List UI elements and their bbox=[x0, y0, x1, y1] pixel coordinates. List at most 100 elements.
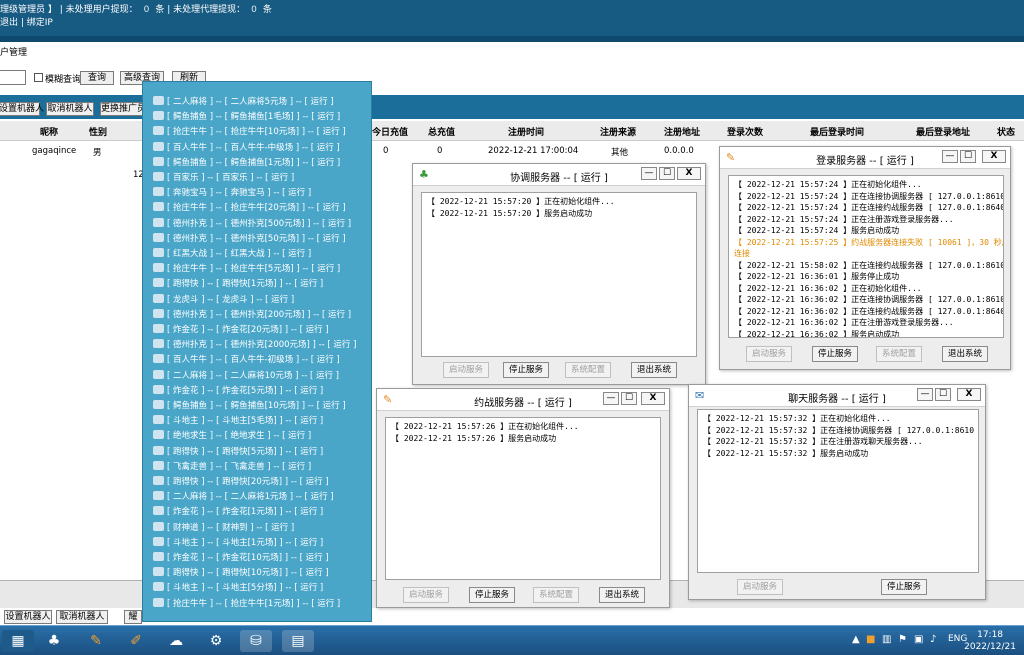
room-list-item[interactable]: [ 二人麻将 ] -- [ 二人麻将5元场 ] -- [ 运行 ] bbox=[153, 95, 334, 110]
fuzzy-checkbox[interactable] bbox=[34, 73, 43, 82]
room-list-item[interactable]: [ 奔驰宝马 ] -- [ 奔驰宝马 ] -- [ 运行 ] bbox=[153, 186, 311, 201]
tray-network-icon[interactable]: ▥ bbox=[882, 634, 891, 645]
room-list-item[interactable]: [ 跑得快 ] -- [ 跑得快[10元场] ] -- [ 运行 ] bbox=[153, 566, 329, 581]
window-titlebar[interactable]: ✉ 聊天服务器 -- [ 运行 ] — ☐ X bbox=[689, 385, 985, 407]
room-list-item[interactable]: [ 百家乐 ] -- [ 百家乐 ] -- [ 运行 ] bbox=[153, 171, 294, 186]
cloud-app-icon[interactable]: ☁ bbox=[160, 630, 192, 652]
stop-service-button[interactable]: 停止服务 bbox=[812, 346, 858, 362]
window-titlebar[interactable]: ♣ 协调服务器 -- [ 运行 ] — ☐ X bbox=[413, 164, 705, 186]
query-button[interactable]: 查询 bbox=[80, 71, 114, 85]
close-button[interactable]: X bbox=[982, 150, 1006, 163]
room-list-item[interactable]: [ 跑得快 ] -- [ 跑得快[20元场] ] -- [ 运行 ] bbox=[153, 475, 329, 490]
room-list-item[interactable]: [ 斗地主 ] -- [ 斗地主[1元场] ] -- [ 运行 ] bbox=[153, 536, 323, 551]
log-area[interactable]: 【 2022-12-21 15:57:26 】正在初始化组件... 【 2022-… bbox=[385, 417, 661, 580]
system-config-button[interactable]: 系统配置 bbox=[565, 362, 611, 378]
room-list-item[interactable]: [ 斗地主 ] -- [ 斗地主[5毛场] ] -- [ 运行 ] bbox=[153, 414, 323, 429]
network-app-icon[interactable]: ⛁ bbox=[240, 630, 272, 652]
col-reg-source[interactable]: 注册来源 bbox=[600, 125, 636, 138]
maximize-button[interactable]: ☐ bbox=[960, 150, 976, 163]
room-list-item[interactable]: [ 龙虎斗 ] -- [ 龙虎斗 ] -- [ 运行 ] bbox=[153, 293, 294, 308]
set-robot-button[interactable]: 设置机器人 bbox=[0, 102, 44, 116]
clock[interactable]: 17:18 2022/12/21 bbox=[964, 629, 1016, 653]
col-total-recharge[interactable]: 总充值 bbox=[428, 125, 455, 138]
room-list-item[interactable]: [ 抢庄牛牛 ] -- [ 抢庄牛牛[20元场] ] -- [ 运行 ] bbox=[153, 201, 346, 216]
tray-app-icon[interactable]: ■ bbox=[866, 634, 875, 645]
tray-speaker-icon[interactable]: ♪ bbox=[930, 634, 936, 645]
room-list-item[interactable]: [ 抢庄牛牛 ] -- [ 抢庄牛牛[1元场] ] -- [ 运行 ] bbox=[153, 597, 340, 612]
room-list-item[interactable]: [ 斗地主 ] -- [ 斗地主[5分场] ] -- [ 运行 ] bbox=[153, 581, 323, 596]
tray-display-icon[interactable]: ▣ bbox=[914, 634, 923, 645]
room-list-item[interactable]: [ 跑得快 ] -- [ 跑得快[1元场] ] -- [ 运行 ] bbox=[153, 277, 323, 292]
tool-app-icon[interactable]: ✎ bbox=[80, 630, 112, 652]
system-config-button[interactable]: 系统配置 bbox=[533, 587, 579, 603]
brush-app-icon[interactable]: ✐ bbox=[120, 630, 152, 652]
room-list-item[interactable]: [ 德州扑克 ] -- [ 德州扑克[2000元场] ] -- [ 运行 ] bbox=[153, 338, 356, 353]
gear-icon[interactable]: ⚙ bbox=[200, 630, 232, 652]
minimize-button[interactable]: — bbox=[603, 392, 619, 405]
room-list-item[interactable]: [ 二人麻将 ] -- [ 二人麻将1元场 ] -- [ 运行 ] bbox=[153, 490, 334, 505]
room-list-item[interactable]: [ 飞禽走兽 ] -- [ 飞禽走兽 ] -- [ 运行 ] bbox=[153, 460, 311, 475]
start-service-button[interactable]: 启动服务 bbox=[737, 579, 783, 595]
room-list-item[interactable]: [ 百人牛牛 ] -- [ 百人牛牛-初级场 ] -- [ 运行 ] bbox=[153, 353, 340, 368]
cancel-robot-button[interactable]: 取消机器人 bbox=[46, 102, 94, 116]
window-app-icon[interactable]: ▤ bbox=[282, 630, 314, 652]
maximize-button[interactable]: ☐ bbox=[935, 388, 951, 401]
room-list-item[interactable]: [ 鳄鱼捕鱼 ] -- [ 鳄鱼捕鱼[10元场] ] -- [ 运行 ] bbox=[153, 399, 346, 414]
stop-service-button[interactable]: 停止服务 bbox=[503, 362, 549, 378]
stop-service-button[interactable]: 停止服务 bbox=[881, 579, 927, 595]
col-reg-time[interactable]: 注册时间 bbox=[508, 125, 544, 138]
col-status[interactable]: 状态 bbox=[997, 125, 1015, 138]
exit-system-button[interactable]: 退出系统 bbox=[599, 587, 645, 603]
start-service-button[interactable]: 启动服务 bbox=[443, 362, 489, 378]
room-list-item[interactable]: [ 财神道 ] -- [ 财神到 ] -- [ 运行 ] bbox=[153, 521, 294, 536]
start-service-button[interactable]: 启动服务 bbox=[746, 346, 792, 362]
close-button[interactable]: X bbox=[677, 167, 701, 180]
col-last-login-address[interactable]: 最后登录地址 bbox=[916, 125, 970, 138]
room-list-item[interactable]: [ 抢庄牛牛 ] -- [ 抢庄牛牛[10元场] ] -- [ 运行 ] bbox=[153, 125, 346, 140]
room-list-item[interactable]: [ 鳄鱼捕鱼 ] -- [ 鳄鱼捕鱼[1元场] ] -- [ 运行 ] bbox=[153, 156, 340, 171]
close-button[interactable]: X bbox=[641, 392, 665, 405]
window-titlebar[interactable]: ✎ 登录服务器 -- [ 运行 ] — ☐ X bbox=[720, 147, 1010, 169]
col-gender[interactable]: 性别 bbox=[89, 125, 107, 138]
room-list-item[interactable]: [ 炸金花 ] -- [ 炸金花[1元场] ] -- [ 运行 ] bbox=[153, 505, 323, 520]
start-service-button[interactable]: 启动服务 bbox=[403, 587, 449, 603]
col-nickname[interactable]: 昵称 bbox=[40, 125, 58, 138]
exit-system-button[interactable]: 退出系统 bbox=[631, 362, 677, 378]
col-reg-address[interactable]: 注册地址 bbox=[664, 125, 700, 138]
minimize-button[interactable]: — bbox=[917, 388, 933, 401]
room-list-item[interactable]: [ 红黑大战 ] -- [ 红黑大战 ] -- [ 运行 ] bbox=[153, 247, 311, 262]
room-list-item[interactable]: [ 抢庄牛牛 ] -- [ 抢庄牛牛[5元场] ] -- [ 运行 ] bbox=[153, 262, 340, 277]
stop-service-button[interactable]: 停止服务 bbox=[469, 587, 515, 603]
start-button-icon[interactable]: ▦ bbox=[2, 630, 34, 652]
bottom-cancel-robot-button[interactable]: 取消机器人 bbox=[56, 610, 108, 624]
col-login-count[interactable]: 登录次数 bbox=[727, 125, 763, 138]
room-list-item[interactable]: [ 德州扑克 ] -- [ 德州扑克[500元场] ] -- [ 运行 ] bbox=[153, 217, 351, 232]
tray-arrow-icon[interactable]: ▲ bbox=[852, 634, 860, 645]
change-promoter-button[interactable]: 更换推广员 bbox=[100, 102, 144, 116]
search-input[interactable] bbox=[0, 70, 26, 85]
clover-app-icon[interactable]: ♣ bbox=[38, 630, 70, 652]
room-list-item[interactable]: [ 炸金花 ] -- [ 炸金花[10元场] ] -- [ 运行 ] bbox=[153, 551, 329, 566]
window-titlebar[interactable]: ✎ 约战服务器 -- [ 运行 ] — ☐ X bbox=[377, 389, 669, 411]
minimize-button[interactable]: — bbox=[942, 150, 958, 163]
room-list-item[interactable]: [ 二人麻将 ] -- [ 二人麻将10元场 ] -- [ 运行 ] bbox=[153, 369, 339, 384]
maximize-button[interactable]: ☐ bbox=[659, 167, 675, 180]
log-area[interactable]: 【 2022-12-21 15:57:20 】正在初始化组件... 【 2022-… bbox=[421, 192, 697, 357]
log-area[interactable]: 【 2022-12-21 15:57:24 】正在初始化组件... 【 2022-… bbox=[728, 175, 1004, 338]
col-today-recharge[interactable]: 今日充值 bbox=[372, 125, 408, 138]
bottom-set-robot-button[interactable]: 设置机器人 bbox=[4, 610, 52, 624]
room-list-item[interactable]: [ 炸金花 ] -- [ 炸金花[20元场] ] -- [ 运行 ] bbox=[153, 323, 329, 338]
bottom-partial-button[interactable]: 耀 bbox=[124, 610, 142, 624]
room-list-item[interactable]: [ 百人牛牛 ] -- [ 百人牛牛-中级场 ] -- [ 运行 ] bbox=[153, 141, 340, 156]
close-button[interactable]: X bbox=[957, 388, 981, 401]
col-last-login-time[interactable]: 最后登录时间 bbox=[810, 125, 864, 138]
room-list-item[interactable]: [ 德州扑克 ] -- [ 德州扑克[50元场] ] -- [ 运行 ] bbox=[153, 232, 346, 247]
system-config-button[interactable]: 系统配置 bbox=[876, 346, 922, 362]
exit-system-button[interactable]: 退出系统 bbox=[942, 346, 988, 362]
room-list-item[interactable]: [ 炸金花 ] -- [ 炸金花[5元场] ] -- [ 运行 ] bbox=[153, 384, 323, 399]
room-list-item[interactable]: [ 德州扑克 ] -- [ 德州扑克[200元场] ] -- [ 运行 ] bbox=[153, 308, 351, 323]
room-list-item[interactable]: [ 跑得快 ] -- [ 跑得快[5元场] ] -- [ 运行 ] bbox=[153, 445, 323, 460]
logout-bind-links[interactable]: 退出 | 绑定IP bbox=[0, 15, 53, 28]
tray-flag-icon[interactable]: ⚑ bbox=[898, 634, 907, 645]
maximize-button[interactable]: ☐ bbox=[621, 392, 637, 405]
